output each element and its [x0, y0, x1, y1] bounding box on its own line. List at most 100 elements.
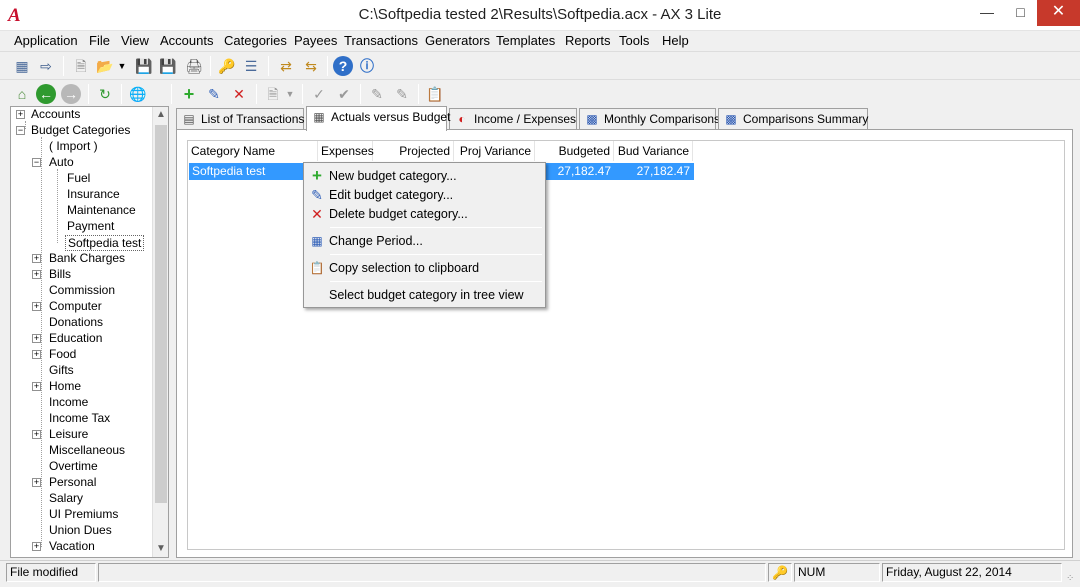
- tree-item-donations[interactable]: Donations: [49, 315, 103, 331]
- expand-icon[interactable]: +: [32, 478, 41, 487]
- expand-icon[interactable]: +: [32, 430, 41, 439]
- tree-item-maintenance[interactable]: Maintenance: [67, 203, 136, 219]
- tab-list-of-transactions[interactable]: ▤ List of Transactions: [176, 108, 304, 130]
- key-icon[interactable]: 🔑: [217, 56, 237, 76]
- tree-item-income-tax[interactable]: Income Tax: [49, 411, 110, 427]
- save-icon[interactable]: 💾: [134, 56, 154, 76]
- category-tree[interactable]: + Accounts − Budget Categories ( Import …: [10, 106, 169, 558]
- refresh-icon[interactable]: ↻: [95, 84, 115, 104]
- menu-help[interactable]: Help: [662, 33, 689, 48]
- chevron-down-icon[interactable]: ▼: [116, 56, 128, 76]
- scroll-down-icon[interactable]: ▼: [153, 541, 168, 557]
- globe-icon[interactable]: 🌐: [128, 84, 148, 104]
- tab-monthly-comparisons[interactable]: ▩ Monthly Comparisons: [579, 108, 720, 130]
- column-header[interactable]: Proj Variance: [454, 141, 535, 161]
- new-file-icon[interactable]: 🗎: [71, 56, 91, 76]
- double-check-icon[interactable]: ✔: [334, 84, 354, 104]
- tree-item-import[interactable]: ( Import ): [49, 139, 98, 155]
- save-as-icon[interactable]: 💾: [158, 56, 178, 76]
- tree-item-miscellaneous[interactable]: Miscellaneous: [49, 443, 125, 459]
- print-icon[interactable]: 🖨: [184, 56, 204, 76]
- check-icon[interactable]: ✓: [309, 84, 329, 104]
- menu-file[interactable]: File: [89, 33, 110, 48]
- column-header[interactable]: Expenses: [318, 141, 374, 161]
- tree-item-overtime[interactable]: Overtime: [49, 459, 98, 475]
- tree-item-union-dues[interactable]: Union Dues: [49, 523, 112, 539]
- properties-icon[interactable]: ▦: [12, 56, 32, 76]
- clipboard-icon[interactable]: 📋: [425, 84, 445, 104]
- edit-icon[interactable]: ✎: [204, 84, 224, 104]
- maximize-button[interactable]: □: [1004, 0, 1037, 26]
- scroll-up-icon[interactable]: ▲: [153, 107, 168, 123]
- menu-item-select-in-tree[interactable]: Select budget category in tree view: [306, 285, 543, 305]
- info-icon[interactable]: ⓘ: [357, 56, 377, 76]
- expand-icon[interactable]: +: [32, 302, 41, 311]
- scrollbar-thumb[interactable]: [155, 125, 167, 503]
- tree-item-fuel[interactable]: Fuel: [67, 171, 90, 187]
- exit-icon[interactable]: ⇨: [36, 56, 56, 76]
- filter-clear-icon[interactable]: ✎: [392, 84, 412, 104]
- collapse-icon[interactable]: −: [32, 158, 41, 167]
- menu-reports[interactable]: Reports: [565, 33, 611, 48]
- menu-separator: [330, 227, 542, 228]
- import-icon[interactable]: ⇄: [276, 56, 296, 76]
- tree-item-salary[interactable]: Salary: [49, 491, 83, 507]
- expand-icon[interactable]: +: [32, 254, 41, 263]
- column-header[interactable]: Projected: [373, 141, 454, 161]
- menu-templates[interactable]: Templates: [496, 33, 555, 48]
- menu-item-copy-to-clipboard[interactable]: 📋 Copy selection to clipboard: [306, 258, 543, 278]
- tree-item-gifts[interactable]: Gifts: [49, 363, 74, 379]
- column-header[interactable]: Budgeted: [535, 141, 614, 161]
- tree-item-softpedia-test[interactable]: Softpedia test: [65, 235, 145, 251]
- tree-item-insurance[interactable]: Insurance: [67, 187, 120, 203]
- home-icon[interactable]: ⌂: [12, 84, 32, 104]
- filter-icon[interactable]: ✎: [367, 84, 387, 104]
- tab-actuals-versus-budget[interactable]: ▦ Actuals versus Budget: [306, 106, 450, 131]
- export-icon[interactable]: ⇆: [301, 56, 321, 76]
- menu-item-delete-budget-category[interactable]: ✕ Delete budget category...: [306, 204, 543, 224]
- menu-generators[interactable]: Generators: [425, 33, 490, 48]
- main-toolbar: ▦ ⇨ 🗎 📂 ▼ 💾 💾 🖨 🔑 ☰ ⇄ ⇆ ? ⓘ: [0, 51, 1080, 78]
- tree-item-ui-premiums[interactable]: UI Premiums: [49, 507, 118, 523]
- expand-icon[interactable]: +: [32, 350, 41, 359]
- grid-header: Category Name Expenses Projected Proj Va…: [188, 141, 1064, 161]
- column-header[interactable]: Bud Variance: [614, 141, 693, 161]
- minimize-button[interactable]: —: [970, 0, 1004, 26]
- menu-view[interactable]: View: [121, 33, 149, 48]
- expand-icon[interactable]: +: [32, 334, 41, 343]
- tab-income-expenses[interactable]: ◐ Income / Expenses: [449, 108, 577, 130]
- chevron-down-icon[interactable]: ▼: [284, 84, 296, 104]
- menu-application[interactable]: Application: [14, 33, 78, 48]
- expand-icon[interactable]: +: [32, 270, 41, 279]
- menu-tools[interactable]: Tools: [619, 33, 649, 48]
- menu-payees[interactable]: Payees: [294, 33, 337, 48]
- resize-grip-icon[interactable]: ⁘: [1066, 573, 1078, 585]
- tree-item-commission[interactable]: Commission: [49, 283, 115, 299]
- tree-item-payment[interactable]: Payment: [67, 219, 114, 235]
- toolbar-separator: [256, 84, 257, 104]
- panel-splitter[interactable]: [169, 106, 176, 558]
- tab-comparisons-summary[interactable]: ▩ Comparisons Summary: [718, 108, 868, 130]
- menu-categories[interactable]: Categories: [224, 33, 287, 48]
- close-button[interactable]: ✕: [1037, 0, 1080, 26]
- menu-accounts[interactable]: Accounts: [160, 33, 213, 48]
- expand-icon[interactable]: +: [16, 110, 25, 119]
- collapse-icon[interactable]: −: [16, 126, 25, 135]
- add-icon[interactable]: +: [179, 84, 199, 104]
- back-icon[interactable]: ←: [36, 84, 56, 104]
- copy-icon[interactable]: 🗎: [263, 84, 283, 104]
- expand-icon[interactable]: +: [32, 382, 41, 391]
- menu-transactions[interactable]: Transactions: [344, 33, 418, 48]
- tree-scrollbar[interactable]: ▲ ▼: [152, 107, 168, 557]
- menu-item-new-budget-category[interactable]: + New budget category...: [306, 166, 543, 186]
- menu-item-change-period[interactable]: ▦ Change Period...: [306, 231, 543, 251]
- open-folder-icon[interactable]: 📂: [95, 56, 115, 76]
- expand-icon[interactable]: +: [32, 542, 41, 551]
- tree-item-income[interactable]: Income: [49, 395, 88, 411]
- help-icon[interactable]: ?: [333, 56, 353, 76]
- list-icon[interactable]: ☰: [241, 56, 261, 76]
- delete-icon[interactable]: ✕: [229, 84, 249, 104]
- menu-item-edit-budget-category[interactable]: ✎ Edit budget category...: [306, 185, 543, 205]
- forward-icon[interactable]: →: [61, 84, 81, 104]
- column-header[interactable]: Category Name: [188, 141, 318, 161]
